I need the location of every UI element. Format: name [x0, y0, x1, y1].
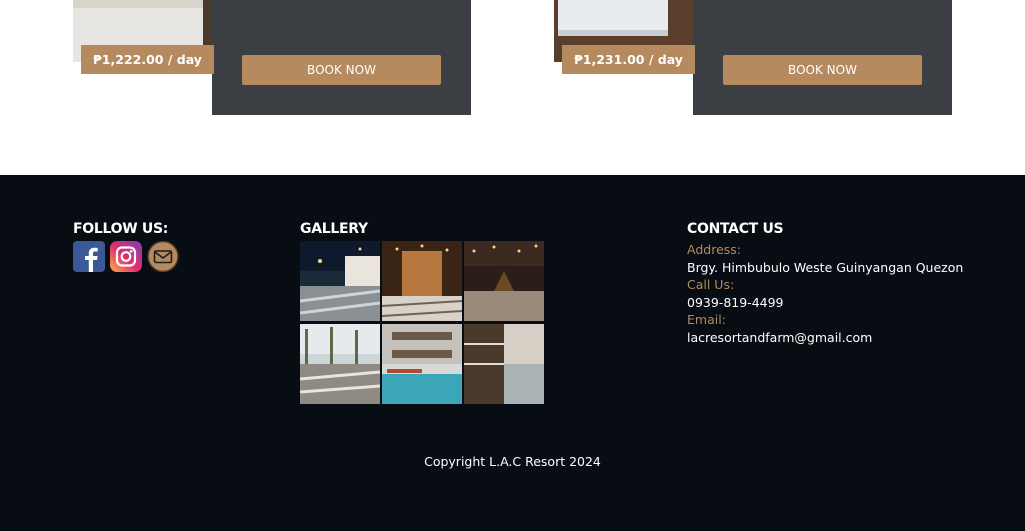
site-footer: FOLLOW US: GALLERY CONTACT US Address: B… — [0, 175, 1025, 531]
room-price-badge: ₱1,222.00 / day — [81, 45, 214, 74]
contact-us-heading: CONTACT US — [687, 221, 784, 237]
gallery-heading: GALLERY — [300, 221, 368, 237]
gallery-image[interactable] — [382, 241, 462, 321]
gallery-image[interactable] — [382, 324, 462, 404]
book-now-button[interactable]: BOOK NOW — [242, 55, 441, 85]
phone-value[interactable]: 0939-819-4499 — [687, 294, 963, 312]
instagram-icon[interactable] — [110, 241, 142, 272]
room-card: ₱1,231.00 / day BOOK NOW — [554, 0, 952, 115]
contact-details: Address: Brgy. Himbubulo Weste Guinyanga… — [687, 241, 963, 346]
copyright-text: Copyright L.A.C Resort 2024 — [0, 454, 1025, 469]
gallery-grid — [300, 241, 545, 404]
book-now-button[interactable]: BOOK NOW — [723, 55, 922, 85]
gallery-image[interactable] — [300, 324, 380, 404]
email-label: Email: — [687, 312, 726, 327]
facebook-icon[interactable] — [73, 241, 105, 272]
room-card: ₱1,222.00 / day BOOK NOW — [73, 0, 471, 115]
room-price-badge: ₱1,231.00 / day — [562, 45, 695, 74]
email-value[interactable]: lacresortandfarm@gmail.com — [687, 329, 963, 347]
social-links — [73, 240, 179, 273]
address-label: Address: — [687, 242, 741, 257]
room-cards-section: ₱1,222.00 / day BOOK NOW ₱1,231.00 / day… — [0, 0, 1025, 175]
gallery-image[interactable] — [300, 241, 380, 321]
gallery-image[interactable] — [464, 241, 544, 321]
address-value: Brgy. Himbubulo Weste Guinyangan Quezon — [687, 259, 964, 275]
email-icon[interactable] — [147, 240, 179, 273]
call-label: Call Us: — [687, 277, 735, 292]
copyright-label: Copyright L.A.C Resort 2024 — [424, 454, 601, 469]
follow-us-heading: FOLLOW US: — [73, 221, 169, 237]
gallery-image[interactable] — [464, 324, 544, 404]
